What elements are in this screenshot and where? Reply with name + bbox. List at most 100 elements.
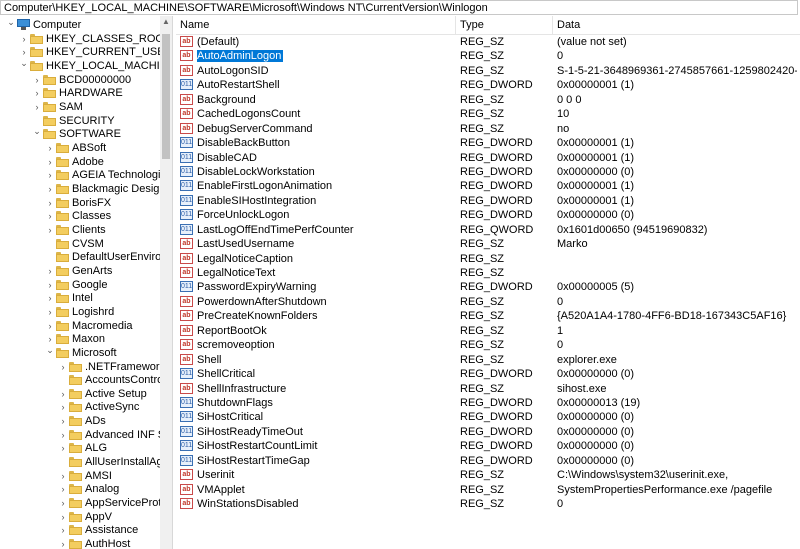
value-row[interactable]: ab AutoAdminLogon REG_SZ 0: [176, 49, 800, 63]
value-row[interactable]: ab DebugServerCommand REG_SZ no: [176, 122, 800, 136]
tree-item[interactable]: › AppServiceProtoco: [0, 496, 161, 510]
column-type-header[interactable]: Type: [456, 16, 553, 34]
value-row[interactable]: ab PreCreateKnownFolders REG_SZ {A520A1A4-1…: [176, 309, 800, 323]
chevron-right-icon[interactable]: ›: [45, 141, 55, 155]
value-row[interactable]: ab LegalNoticeCaption REG_SZ: [176, 252, 800, 266]
tree-item[interactable]: › Active Setup: [0, 387, 160, 401]
tree-item[interactable]: › AGEIA Technologies: [0, 168, 161, 182]
tree-item[interactable]: › Maxon: [0, 332, 160, 346]
value-row[interactable]: ab ReportBootOk REG_SZ 1: [176, 324, 800, 338]
chevron-right-icon[interactable]: ›: [32, 86, 42, 100]
chevron-right-icon[interactable]: ›: [45, 291, 55, 305]
chevron-right-icon[interactable]: ›: [45, 209, 55, 223]
chevron-right-icon[interactable]: ›: [45, 264, 55, 278]
chevron-right-icon[interactable]: ›: [58, 510, 68, 524]
chevron-right-icon[interactable]: ›: [58, 360, 68, 374]
chevron-right-icon[interactable]: ›: [45, 168, 55, 182]
tree-item[interactable]: AllUserInstallAgen: [0, 455, 160, 469]
value-row[interactable]: 011 PasswordExpiryWarning REG_DWORD 0x00000…: [176, 280, 800, 294]
value-row[interactable]: ab CachedLogonsCount REG_SZ 10: [176, 107, 800, 121]
chevron-right-icon[interactable]: ›: [58, 469, 68, 483]
chevron-right-icon[interactable]: ›: [58, 428, 68, 442]
value-row[interactable]: 011 DisableLockWorkstation REG_DWORD 0x0000…: [176, 165, 800, 179]
scroll-thumb[interactable]: [162, 34, 170, 159]
tree-item[interactable]: ⌄ SOFTWARE: [0, 127, 160, 141]
value-row[interactable]: 011 SiHostRestartTimeGap REG_DWORD 0x000000…: [176, 454, 800, 468]
tree-item[interactable]: CVSM: [0, 237, 160, 251]
tree-item[interactable]: › Analog: [0, 482, 160, 496]
value-row[interactable]: 011 SiHostReadyTimeOut REG_DWORD 0x00000000…: [176, 425, 800, 439]
tree-item[interactable]: › AMSI: [0, 469, 160, 483]
tree-item[interactable]: AccountsControl: [0, 373, 160, 387]
column-data-header[interactable]: Data: [553, 16, 800, 34]
chevron-right-icon[interactable]: ›: [32, 73, 42, 87]
chevron-down-icon[interactable]: ⌄: [19, 58, 29, 73]
value-row[interactable]: ab Shell REG_SZ explorer.exe: [176, 353, 800, 367]
value-row[interactable]: ab LastUsedUsername REG_SZ Marko: [176, 237, 800, 251]
tree-item[interactable]: › Intel: [0, 291, 160, 305]
chevron-right-icon[interactable]: ›: [58, 414, 68, 428]
value-row[interactable]: 011 LastLogOffEndTimePerfCounter REG_QWORD…: [176, 223, 800, 237]
tree-item[interactable]: › Assistance: [0, 523, 160, 537]
value-row[interactable]: 011 DisableBackButton REG_DWORD 0x00000001 …: [176, 136, 800, 150]
value-row[interactable]: 011 SiHostRestartCountLimit REG_DWORD 0x000…: [176, 439, 800, 453]
value-row[interactable]: ab Userinit REG_SZ C:\Windows\system32\user…: [176, 468, 800, 482]
value-row[interactable]: 011 ShutdownFlags REG_DWORD 0x00000013 (19): [176, 396, 800, 410]
value-row[interactable]: 011 AutoRestartShell REG_DWORD 0x00000001 (…: [176, 78, 800, 92]
chevron-right-icon[interactable]: ›: [58, 441, 68, 455]
chevron-down-icon[interactable]: ⌄: [6, 18, 16, 32]
chevron-right-icon[interactable]: ›: [45, 155, 55, 169]
tree-item[interactable]: › AuthHost: [0, 537, 160, 549]
column-name-header[interactable]: Name: [176, 16, 456, 34]
tree-item[interactable]: › ALG: [0, 441, 160, 455]
tree-item[interactable]: › Classes: [0, 209, 160, 223]
value-row[interactable]: 011 ForceUnlockLogon REG_DWORD 0x00000000 (…: [176, 208, 800, 222]
tree-item[interactable]: › Blackmagic Design: [0, 182, 161, 196]
value-row[interactable]: ab scremoveoption REG_SZ 0: [176, 338, 800, 352]
tree-item[interactable]: › Advanced INF Setu: [0, 428, 161, 442]
tree-item[interactable]: › ADs: [0, 414, 160, 428]
chevron-right-icon[interactable]: ›: [58, 400, 68, 414]
tree-item[interactable]: › .NETFramework: [0, 360, 161, 374]
value-row[interactable]: ab AutoLogonSID REG_SZ S-1-5-21-3648969361-…: [176, 64, 800, 78]
value-row[interactable]: 011 EnableFirstLogonAnimation REG_DWORD 0x0…: [176, 179, 800, 193]
value-row[interactable]: ab Background REG_SZ 0 0 0: [176, 93, 800, 107]
tree-item[interactable]: › Logishrd: [0, 305, 160, 319]
tree-item[interactable]: SECURITY: [0, 114, 160, 128]
tree-item[interactable]: › SAM: [0, 100, 160, 114]
chevron-right-icon[interactable]: ›: [19, 32, 29, 46]
chevron-right-icon[interactable]: ›: [45, 305, 55, 319]
value-row[interactable]: 011 SiHostCritical REG_DWORD 0x00000000 (0): [176, 410, 800, 424]
chevron-right-icon[interactable]: ›: [45, 319, 55, 333]
tree-item[interactable]: DefaultUserEnvironm: [0, 250, 160, 264]
chevron-right-icon[interactable]: ›: [45, 182, 55, 196]
chevron-right-icon[interactable]: ›: [32, 100, 42, 114]
chevron-right-icon[interactable]: ›: [45, 196, 55, 210]
chevron-right-icon[interactable]: ›: [58, 523, 68, 537]
tree-item[interactable]: › Google: [0, 278, 160, 292]
tree-item[interactable]: › ActiveSync: [0, 400, 160, 414]
tree-item[interactable]: ⌄ Microsoft: [0, 345, 160, 360]
tree-item[interactable]: › BCD00000000: [0, 73, 160, 87]
tree-item[interactable]: ⌄ HKEY_LOCAL_MACHINE: [0, 58, 160, 73]
value-row[interactable]: 011 DisableCAD REG_DWORD 0x00000001 (1): [176, 151, 800, 165]
value-row[interactable]: ab ShellInfrastructure REG_SZ sihost.exe: [176, 382, 800, 396]
tree-item[interactable]: › GenArts: [0, 264, 160, 278]
value-row[interactable]: ab PowerdownAfterShutdown REG_SZ 0: [176, 295, 800, 309]
value-row[interactable]: ab (Default) REG_SZ (value not set): [176, 35, 800, 49]
chevron-right-icon[interactable]: ›: [58, 537, 68, 549]
value-row[interactable]: 011 EnableSIHostIntegration REG_DWORD 0x000…: [176, 194, 800, 208]
tree-item[interactable]: › AppV: [0, 510, 160, 524]
tree-item[interactable]: ⌄ Computer: [0, 18, 160, 32]
tree-item[interactable]: › HARDWARE: [0, 86, 160, 100]
value-row[interactable]: ab WinStationsDisabled REG_SZ 0: [176, 497, 800, 511]
tree-item[interactable]: › HKEY_CLASSES_ROOT: [0, 32, 161, 46]
tree-item[interactable]: › BorisFX: [0, 196, 160, 210]
chevron-right-icon[interactable]: ›: [45, 278, 55, 292]
value-row[interactable]: ab LegalNoticeText REG_SZ: [176, 266, 800, 280]
value-row[interactable]: ab VMApplet REG_SZ SystemPropertiesPerforma…: [176, 483, 800, 497]
tree-item[interactable]: › Clients: [0, 223, 160, 237]
tree-item[interactable]: › Macromedia: [0, 319, 160, 333]
address-bar[interactable]: Computer\HKEY_LOCAL_MACHINE\SOFTWARE\Mic…: [0, 0, 798, 15]
chevron-down-icon[interactable]: ⌄: [32, 127, 42, 141]
